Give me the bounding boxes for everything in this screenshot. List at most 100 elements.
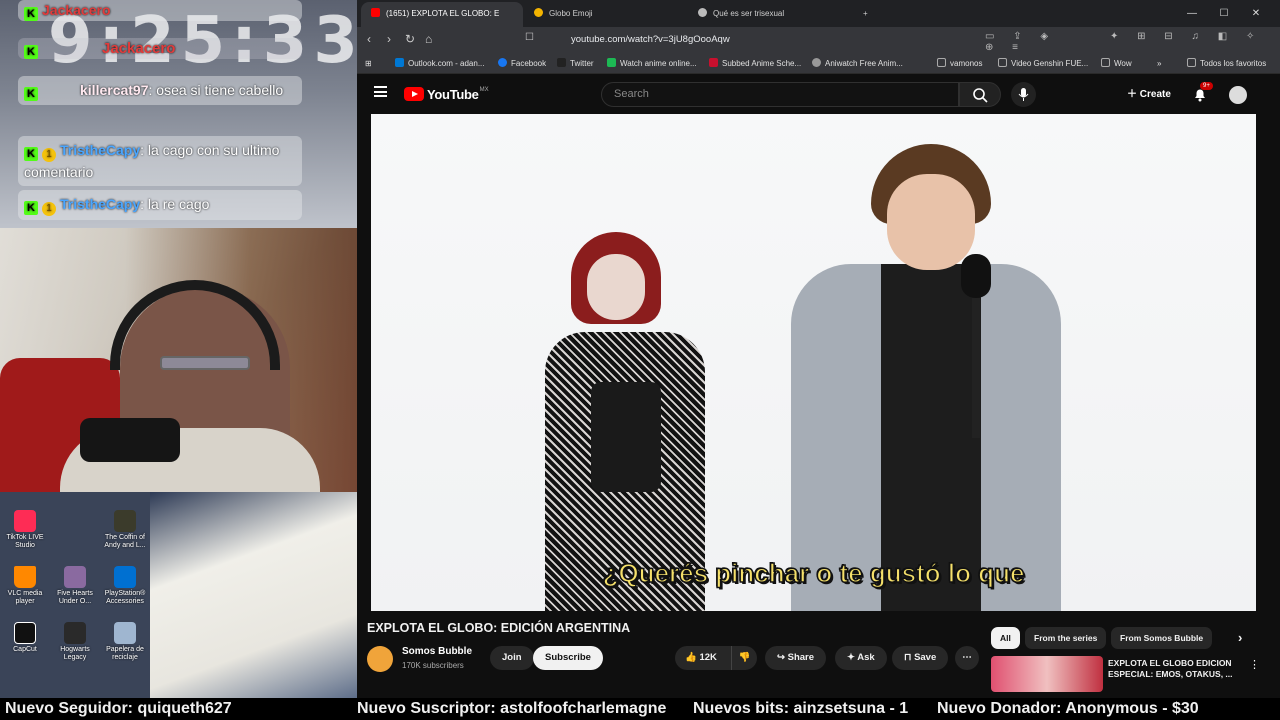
recycle-bin-icon	[114, 622, 136, 644]
chat-overlay: 9:25:33 K Jackacero K Jackacero Kkillercat…	[0, 0, 357, 228]
more-bookmarks-icon[interactable]: »	[1157, 53, 1161, 74]
kick-badge-icon: K	[24, 45, 38, 59]
bookmark-subbed-anime[interactable]: Subbed Anime Sche...	[709, 53, 801, 74]
tab-youtube[interactable]: (1651) EXPLOTA EL GLOBO: E	[361, 2, 523, 27]
bookmarks-bar: ⊞ Outlook.com - adan... Facebook Twitter…	[357, 53, 1280, 74]
like-count: 12K	[699, 652, 717, 663]
save-button[interactable]: ⊓ Save	[892, 646, 949, 670]
tab-label: (1651) EXPLOTA EL GLOBO: E	[386, 9, 500, 18]
notification-count-badge: 9+	[1200, 82, 1213, 90]
voice-search-button[interactable]	[1011, 82, 1036, 107]
video-thumbnail[interactable]	[991, 656, 1103, 692]
desktop-icon-fivehearts[interactable]: Five Hearts Under O...	[50, 566, 100, 606]
tab-trisexual[interactable]: Qué es ser trisexual	[688, 2, 848, 27]
chat-text: : la re cago	[140, 196, 210, 212]
plus-icon: ＋	[1127, 89, 1140, 100]
thumbs-down-icon: 👎	[738, 652, 751, 663]
apps-icon[interactable]: ⊞	[365, 53, 372, 74]
reload-icon[interactable]: ↻	[405, 32, 415, 46]
bookmark-folder-vamonos[interactable]: vamonos	[937, 53, 982, 74]
glasses	[160, 356, 250, 370]
join-button[interactable]: Join	[490, 646, 534, 670]
bookmark-twitter[interactable]: Twitter	[557, 53, 594, 74]
chat-text: : osea si tiene cabello	[148, 82, 284, 98]
youtube-header: YouTubeMX Search ＋ Create 9+	[357, 74, 1280, 114]
channel-avatar[interactable]	[367, 646, 393, 672]
window-controls: — ☐ ✕	[1176, 0, 1272, 27]
url-input[interactable]: youtube.com/watch?v=3jU8gOooAqw	[571, 31, 1021, 49]
aniwatch-icon	[812, 58, 821, 67]
capcut-icon	[14, 622, 36, 644]
chip-from-channel[interactable]: From Somos Bubble	[1111, 627, 1213, 649]
vlc-icon	[14, 566, 36, 588]
chat-username: TristheCapy	[60, 196, 141, 212]
face	[587, 254, 645, 320]
menu-icon[interactable]	[374, 86, 387, 97]
chip-all[interactable]: All	[991, 627, 1020, 649]
forward-icon[interactable]: ›	[387, 32, 391, 46]
desktop-icon-recycle-bin[interactable]: Papelera de reciclaje	[100, 622, 150, 662]
home-icon[interactable]: ⌂	[425, 32, 432, 46]
ask-button[interactable]: ✦ Ask	[835, 646, 887, 670]
playstation-icon	[114, 566, 136, 588]
bookmark-aniwatch[interactable]: Aniwatch Free Anim...	[812, 53, 903, 74]
sparkle-icon: ✦	[847, 652, 858, 663]
bookmark-folder-genshin[interactable]: Video Genshin FUE...	[998, 53, 1088, 74]
bookmark-facebook[interactable]: Facebook	[498, 53, 546, 74]
youtube-page: YouTubeMX Search ＋ Create 9+ ¿Querés pin…	[357, 74, 1280, 698]
chat-message: K 1 TristheCapy: la cago con su ultimo com…	[18, 136, 302, 186]
youtube-logo[interactable]: YouTubeMX	[404, 86, 489, 102]
ticker-subscriber: Nuevo Suscriptor: astolfoofcharlemagne	[357, 700, 667, 717]
bookmark-outlook[interactable]: Outlook.com - adan...	[395, 53, 484, 74]
tab-globo-emoji[interactable]: Globo Emoji	[524, 2, 684, 27]
kick-badge-icon: K	[24, 147, 38, 161]
create-label: Create	[1139, 89, 1171, 100]
chip-from-series[interactable]: From the series	[1025, 627, 1107, 649]
chips-next-icon[interactable]: ›	[1229, 627, 1251, 649]
new-tab-button[interactable]: +	[853, 2, 873, 27]
youtube-play-icon	[404, 87, 424, 101]
bookmark-icon[interactable]: ☐	[525, 32, 534, 43]
channel-name[interactable]: Somos Bubble	[402, 646, 472, 657]
share-button[interactable]: ↪ Share	[765, 646, 827, 670]
video-player[interactable]: ¿Querés pinchar o te gustó lo que	[371, 114, 1256, 611]
folder-icon	[998, 58, 1007, 67]
desktop-icon-capcut[interactable]: CapCut	[0, 622, 50, 654]
search-input[interactable]: Search	[601, 82, 959, 107]
tab-bar: (1651) EXPLOTA EL GLOBO: E Globo Emoji Q…	[357, 0, 1280, 27]
back-icon[interactable]: ‹	[367, 32, 371, 46]
desktop-icon-hogwarts[interactable]: Hogwarts Legacy	[50, 622, 100, 662]
recommended-video-title[interactable]: EXPLOTA EL GLOBO EDICION ESPECIAL: EMOS,…	[1108, 658, 1243, 680]
extension-icons[interactable]: ▭ ⇪ ◈ ✦ ⊞ ⊟ ♫ ◧ ✧ ⊕ ≡	[985, 31, 1280, 53]
more-actions-button[interactable]: ⋯	[955, 646, 979, 670]
country-code: MX	[479, 87, 489, 93]
create-button[interactable]: ＋ Create	[1117, 82, 1181, 107]
desktop-icon-playstation[interactable]: PlayStation® Accessories	[100, 566, 150, 606]
desktop-icon-vlc[interactable]: VLC media player	[0, 566, 50, 606]
close-icon[interactable]: ✕	[1240, 0, 1272, 27]
account-avatar[interactable]	[1229, 86, 1247, 104]
video-person-left	[539, 232, 729, 611]
bookmark-folder-wow[interactable]: Wow	[1101, 53, 1132, 74]
bookmark-watch-anime[interactable]: Watch anime online...	[607, 53, 697, 74]
save-label: Save	[914, 652, 937, 663]
desktop-icon-tiktok[interactable]: TikTok LIVE Studio	[0, 510, 50, 550]
subscribe-button[interactable]: Subscribe	[533, 646, 603, 670]
coin-badge-icon: 1	[42, 202, 56, 216]
subscriber-count: 170K subscribers	[402, 661, 464, 670]
desktop-icon-label: TikTok LIVE Studio	[6, 534, 44, 549]
maximize-icon[interactable]: ☐	[1208, 0, 1240, 27]
minimize-icon[interactable]: —	[1176, 0, 1208, 27]
more-vert-icon[interactable]: ⋮	[1249, 658, 1260, 671]
desktop-icon-label: CapCut	[13, 646, 37, 653]
dislike-button[interactable]: 👎	[731, 646, 757, 670]
search-button[interactable]	[959, 82, 1001, 107]
share-icon: ↪	[777, 652, 788, 663]
logo-text: YouTube	[427, 87, 479, 102]
chat-message: Kkillercat97: osea si tiene cabello	[18, 76, 302, 105]
desktop-icon-coffin[interactable]: The Coffin of Andy and L...	[100, 510, 150, 550]
ask-label: Ask	[857, 652, 875, 663]
bookmark-all-favorites[interactable]: Todos los favoritos	[1187, 53, 1266, 74]
recommended-video[interactable]: EXPLOTA EL GLOBO EDICION ESPECIAL: EMOS,…	[991, 656, 1261, 698]
desktop-icon-label: Hogwarts Legacy	[60, 646, 90, 661]
